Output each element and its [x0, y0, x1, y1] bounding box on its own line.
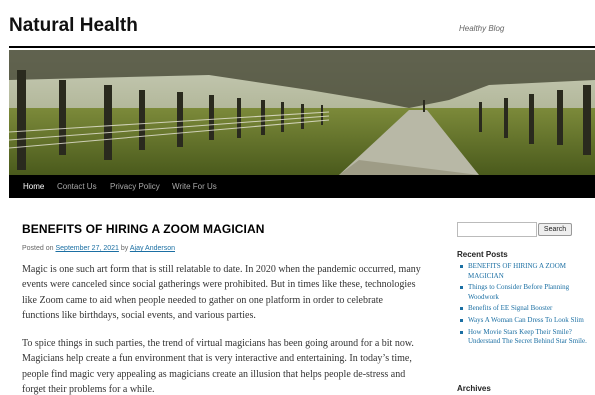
nav-privacy-policy[interactable]: Privacy Policy [110, 175, 160, 198]
post-title[interactable]: BENEFITS OF HIRING A ZOOM MAGICIAN [22, 222, 422, 236]
post-author-link[interactable]: Ajay Anderson [130, 245, 175, 252]
recent-post-link[interactable]: Benefits of EE Signal Booster [459, 304, 587, 314]
nav-contact-us[interactable]: Contact Us [57, 175, 97, 198]
archives-title: Archives [457, 384, 491, 393]
recent-post-link[interactable]: Ways A Woman Can Dress To Look Slim [459, 316, 587, 326]
header-divider [9, 46, 595, 48]
recent-post-link[interactable]: Things to Consider Before Planning Woodw… [459, 283, 587, 302]
post-article: BENEFITS OF HIRING A ZOOM MAGICIAN Poste… [22, 222, 422, 395]
recent-post-link[interactable]: How Movie Stars Keep Their Smile? Unders… [459, 328, 587, 347]
main-nav: Home Contact Us Privacy Policy Write For… [9, 175, 595, 198]
post-paragraph: To spice things in such parties, the tre… [22, 338, 414, 395]
search-input[interactable] [457, 222, 537, 237]
post-meta-by: by [120, 245, 129, 252]
site-title[interactable]: Natural Health [9, 15, 138, 37]
site-tagline: Healthy Blog [459, 24, 505, 33]
post-content: Magic is one such art form that is still… [22, 262, 422, 395]
recent-posts-list: BENEFITS OF HIRING A ZOOM MAGICIAN Thing… [459, 262, 587, 349]
post-date-link[interactable]: September 27, 2021 [55, 245, 118, 252]
search-button[interactable]: Search [538, 223, 572, 236]
post-meta-prefix: Posted on [22, 245, 54, 252]
header-banner-image [9, 50, 595, 175]
recent-posts-title: Recent Posts [457, 250, 508, 259]
post-paragraph: Magic is one such art form that is still… [22, 264, 421, 321]
recent-post-link[interactable]: BENEFITS OF HIRING A ZOOM MAGICIAN [459, 262, 587, 281]
nav-write-for-us[interactable]: Write For Us [172, 175, 217, 198]
post-meta: Posted on September 27, 2021 by Ajay And… [22, 245, 422, 252]
nav-home[interactable]: Home [23, 175, 44, 198]
